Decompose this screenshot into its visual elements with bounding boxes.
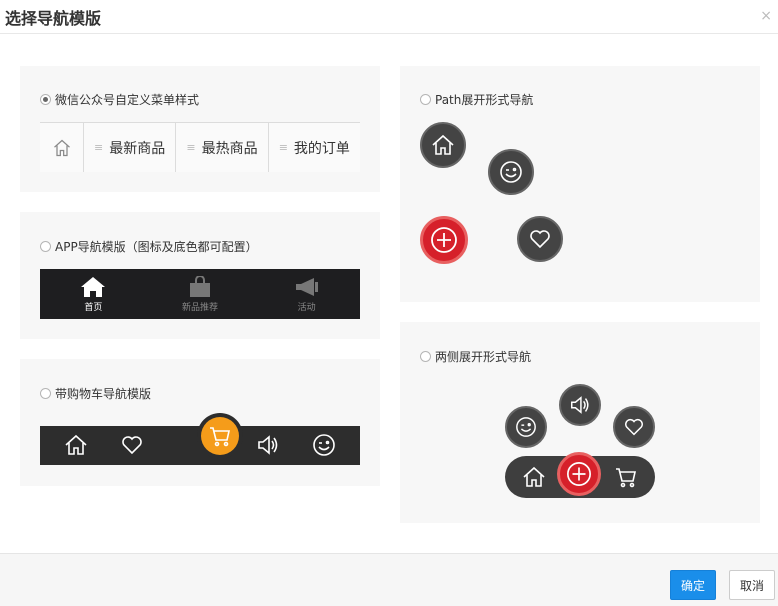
radio-dot[interactable] xyxy=(40,388,51,399)
cart-nav-preview xyxy=(40,413,360,465)
menu-bars-icon: ≡ xyxy=(186,141,196,154)
heart-icon xyxy=(120,433,144,461)
radio-sides[interactable]: 两侧展开形式导航 xyxy=(420,348,531,365)
dialog-header: 选择导航模版 × xyxy=(0,0,778,34)
app-tab-label: 首页 xyxy=(84,302,103,313)
path-plus-button xyxy=(420,216,468,264)
radio-app[interactable]: APP导航模版（图标及底色都可配置） xyxy=(40,238,258,255)
template-wechat-panel: 微信公众号自定义菜单样式 ≡ 最新商品 ≡ 最热商品 ≡ 我的订单 xyxy=(20,66,380,192)
heart-icon xyxy=(625,418,643,436)
template-cart-panel: 带购物车导航模版 xyxy=(20,359,380,486)
plus-circle-icon xyxy=(567,462,591,486)
path-home-button xyxy=(420,122,466,168)
menu-item-label: 最热商品 xyxy=(201,140,258,157)
radio-label: 两侧展开形式导航 xyxy=(435,350,532,364)
close-icon[interactable]: × xyxy=(760,8,772,24)
wink-face-icon xyxy=(516,417,536,437)
home-icon xyxy=(64,433,88,461)
home-icon xyxy=(40,123,84,172)
path-heart-button xyxy=(517,216,563,262)
heart-icon xyxy=(530,230,550,249)
speaker-icon xyxy=(256,433,280,461)
template-app-panel: APP导航模版（图标及底色都可配置） 首页 新品推荐 活动 xyxy=(20,212,380,339)
radio-label: 微信公众号自定义菜单样式 xyxy=(55,93,200,107)
wechat-menu-item: ≡ 最热商品 xyxy=(176,123,269,172)
app-tab-activity: 活动 xyxy=(253,269,360,319)
cancel-button[interactable]: 取消 xyxy=(729,570,775,600)
wechat-menu-item: ≡ 我的订单 xyxy=(269,123,360,172)
radio-label: 带购物车导航模版 xyxy=(55,387,152,401)
menu-bars-icon: ≡ xyxy=(94,141,104,154)
dialog-footer: 确定 取消 xyxy=(0,553,778,606)
cart-icon xyxy=(210,427,230,447)
megaphone-icon xyxy=(295,277,318,296)
menu-item-label: 我的订单 xyxy=(293,140,350,157)
dialog-title: 选择导航模版 xyxy=(5,9,102,28)
radio-dot[interactable] xyxy=(420,351,431,362)
app-tab-new: 新品推荐 xyxy=(147,269,254,319)
speaker-icon xyxy=(571,396,589,414)
wechat-menu-preview: ≡ 最新商品 ≡ 最热商品 ≡ 我的订单 xyxy=(40,122,360,172)
app-nav-preview: 首页 新品推荐 活动 xyxy=(40,269,360,319)
radio-wechat[interactable]: 微信公众号自定义菜单样式 xyxy=(40,91,199,108)
sides-plus-button xyxy=(557,452,601,496)
cart-center-button xyxy=(197,413,243,459)
template-path-panel: Path展开形式导航 xyxy=(400,66,760,302)
radio-cart[interactable]: 带购物车导航模版 xyxy=(40,385,151,402)
template-sides-panel: 两侧展开形式导航 xyxy=(400,322,760,523)
menu-item-label: 最新商品 xyxy=(109,140,166,157)
app-tab-label: 新品推荐 xyxy=(182,302,219,313)
sides-heart-button xyxy=(613,406,655,448)
wechat-menu-item: ≡ 最新商品 xyxy=(84,123,177,172)
radio-label: APP导航模版（图标及底色都可配置） xyxy=(55,240,258,254)
menu-bars-icon: ≡ xyxy=(278,141,288,154)
app-tab-home: 首页 xyxy=(40,269,147,319)
radio-dot-checked[interactable] xyxy=(40,94,51,105)
cart-icon xyxy=(614,465,638,493)
radio-dot[interactable] xyxy=(420,94,431,105)
plus-circle-icon xyxy=(431,227,457,253)
radio-label: Path展开形式导航 xyxy=(435,93,534,107)
confirm-button[interactable]: 确定 xyxy=(670,570,716,600)
sides-speaker-button xyxy=(559,384,601,426)
wink-face-icon xyxy=(500,161,522,183)
bag-icon xyxy=(190,275,210,297)
radio-path[interactable]: Path展开形式导航 xyxy=(420,91,533,108)
home-icon xyxy=(522,465,546,493)
path-face-button xyxy=(488,149,534,195)
sides-face-button xyxy=(505,406,547,448)
app-tab-label: 活动 xyxy=(297,302,316,313)
wink-face-icon xyxy=(312,433,336,461)
home-icon xyxy=(81,276,106,297)
radio-dot[interactable] xyxy=(40,241,51,252)
home-icon xyxy=(432,134,454,155)
